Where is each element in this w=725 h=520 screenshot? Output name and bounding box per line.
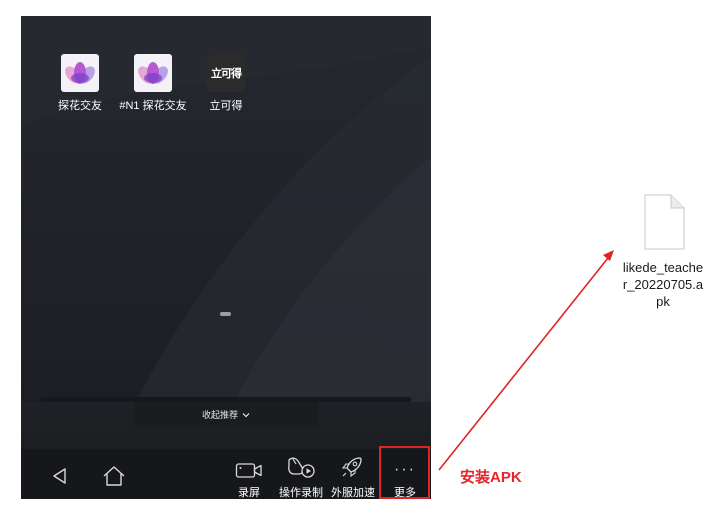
tool-label: 录屏 <box>238 487 260 499</box>
screen-record-button[interactable]: 录屏 <box>223 453 275 499</box>
highlight-box <box>379 446 430 499</box>
back-triangle-icon <box>53 468 66 484</box>
likede-logo-text: 立可得 <box>211 67 242 80</box>
app-label: 探花交友 <box>58 100 102 112</box>
tool-label: 操作录制 <box>279 487 323 499</box>
chevron-down-icon <box>242 412 250 417</box>
app-tanhua[interactable]: 探花交友 <box>40 54 120 113</box>
home-button[interactable] <box>101 464 127 488</box>
collapse-recommend-button[interactable]: 收起推荐 <box>134 402 318 427</box>
app-likede[interactable]: 立可得 立可得 <box>186 54 266 113</box>
likede-logo-icon: 立可得 <box>207 54 245 92</box>
app-label: #N1 探花交友 <box>119 100 187 112</box>
lotus-icon <box>61 54 99 92</box>
app-n1-tanhua[interactable]: #N1 探花交友 <box>113 54 193 113</box>
video-camera-icon <box>235 463 262 478</box>
emulator-window: 探花交友 #N1 探花交友 立可得 立可得 收起推荐 录屏 操作录制 外服加速 … <box>21 16 431 499</box>
rocket-icon <box>341 457 362 478</box>
collapse-recommend-label: 收起推荐 <box>201 410 238 420</box>
macro-record-button[interactable]: 操作录制 <box>275 453 327 499</box>
apk-file[interactable]: likede_teacher_20220705.apk <box>615 194 711 310</box>
home-icon <box>103 466 125 486</box>
emulator-toolbar: 录屏 操作录制 外服加速 ··· 更多 <box>21 449 431 499</box>
app-label: 立可得 <box>209 100 243 112</box>
install-apk-annotation: 安装APK <box>460 469 522 486</box>
macro-record-icon <box>288 457 315 478</box>
generic-file-icon <box>644 194 685 250</box>
server-accelerate-button[interactable]: 外服加速 <box>327 453 379 499</box>
back-button[interactable] <box>47 464 73 488</box>
file-name: likede_teacher_20220705.apk <box>622 260 704 309</box>
tool-label: 外服加速 <box>331 487 375 499</box>
lotus-icon <box>134 54 172 92</box>
home-screen: 探花交友 #N1 探花交友 立可得 立可得 收起推荐 <box>21 16 431 449</box>
page-indicator <box>220 312 231 316</box>
